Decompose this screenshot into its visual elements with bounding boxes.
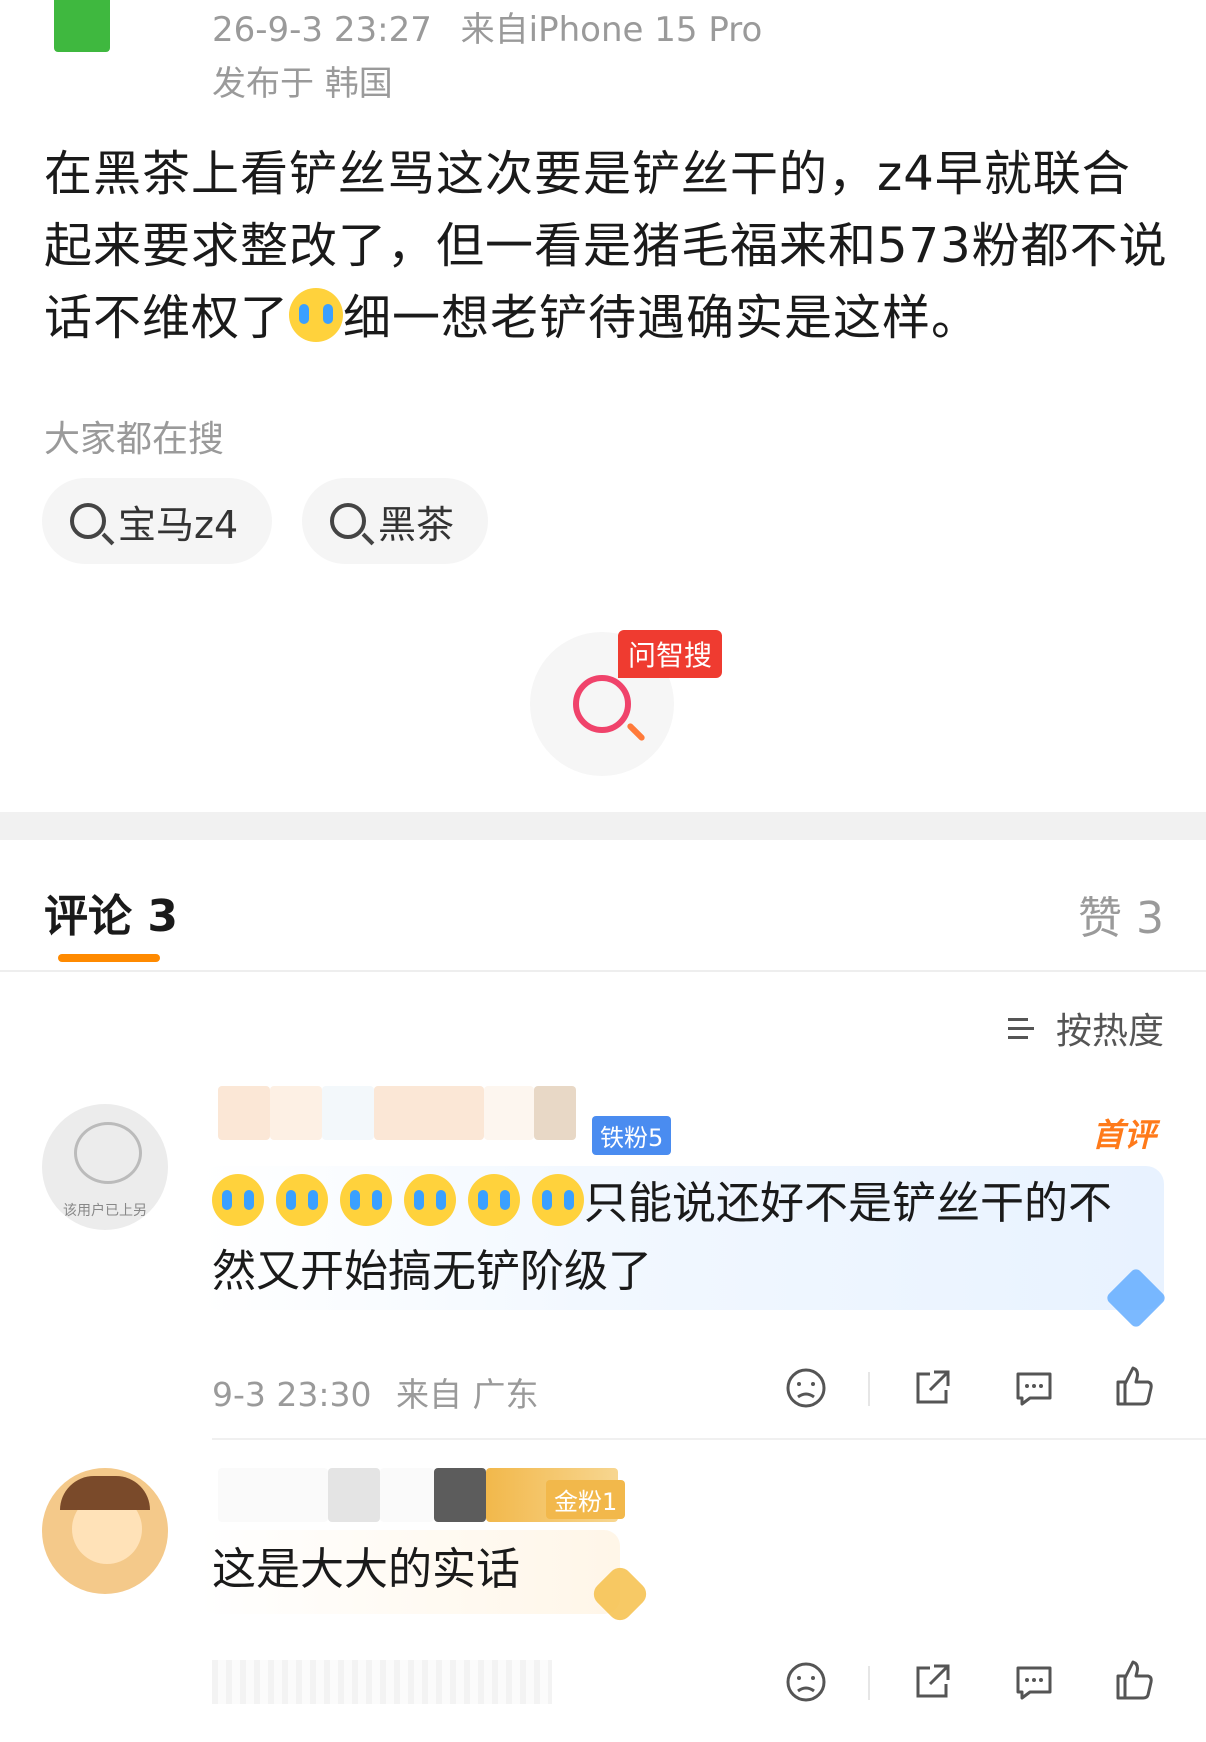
reply-icon[interactable] <box>1012 1366 1056 1410</box>
sort-button[interactable]: 按热度 <box>1007 1002 1164 1054</box>
tabs-divider <box>0 970 1206 972</box>
active-tab-indicator <box>58 954 160 962</box>
avatar[interactable] <box>42 1468 168 1594</box>
comment-meta: 9-3 23:30 来自 广东 <box>212 1368 539 1416</box>
ai-search-badge: 问智搜 <box>618 630 723 678</box>
post-meta: 26-9-3 23:27 来自iPhone 15 Pro <box>212 10 762 50</box>
trending-chip-label: 黑茶 <box>378 502 455 547</box>
post-text-tail: 细一想老铲待遇确实是这样。 <box>343 290 981 346</box>
crying-face-icon <box>532 1174 584 1226</box>
sort-icon <box>1007 1014 1044 1042</box>
author-avatar[interactable] <box>54 0 110 52</box>
sort-label: 按热度 <box>1055 1011 1164 1052</box>
like-icon[interactable] <box>1112 1364 1156 1408</box>
section-divider <box>0 812 1206 840</box>
crying-face-icon <box>289 288 344 342</box>
dislike-icon[interactable] <box>784 1366 828 1410</box>
avatar[interactable]: 该用户已上另 <box>42 1104 168 1230</box>
crying-face-icon <box>340 1174 392 1226</box>
comment-location: 来自 广东 <box>396 1375 539 1414</box>
action-separator <box>868 1372 870 1406</box>
comment-meta-blurred <box>212 1660 552 1704</box>
reply-icon[interactable] <box>1012 1660 1056 1704</box>
comment-divider <box>212 1438 1206 1440</box>
post-device: 来自iPhone 15 Pro <box>460 10 763 50</box>
like-icon[interactable] <box>1112 1658 1156 1702</box>
username-blurred[interactable] <box>218 1086 598 1140</box>
search-icon <box>70 503 106 539</box>
trending-chip-label: 宝马z4 <box>118 502 239 547</box>
fan-badge: 金粉1 <box>546 1480 626 1519</box>
share-icon[interactable] <box>910 1366 954 1410</box>
trending-chip[interactable]: 宝马z4 <box>42 478 273 564</box>
search-icon <box>330 503 366 539</box>
share-icon[interactable] <box>910 1660 954 1704</box>
crying-face-icon <box>468 1174 520 1226</box>
comment-text: 只能说还好不是铲丝干的不然又开始搞无铲阶级了 <box>212 1170 1152 1306</box>
avatar-caption: 该用户已上另 <box>63 1203 147 1219</box>
crying-face-icon <box>404 1174 456 1226</box>
post-timestamp: 26-9-3 23:27 <box>212 10 432 50</box>
tab-comments[interactable]: 评论 3 <box>44 880 178 944</box>
fan-badge: 铁粉5 <box>592 1116 672 1155</box>
dislike-icon[interactable] <box>784 1660 828 1704</box>
post-location: 发布于 韩国 <box>212 64 393 104</box>
comment-time: 9-3 23:30 <box>212 1375 372 1414</box>
crying-face-icon <box>212 1174 264 1226</box>
crying-face-icon <box>276 1174 328 1226</box>
first-comment-badge: 首评 <box>1091 1116 1156 1154</box>
trending-chip[interactable]: 黑茶 <box>302 478 489 564</box>
comment-body: 这是大大的实话 <box>212 1544 520 1595</box>
post-text: 在黑茶上看铲丝骂这次要是铲丝干的，z4早就联合起来要求整改了，但一看是猪毛福来和… <box>44 138 1174 354</box>
ai-search-icon <box>573 675 631 733</box>
action-separator <box>868 1666 870 1700</box>
trending-title: 大家都在搜 <box>44 419 225 460</box>
tab-likes[interactable]: 赞 3 <box>1078 882 1164 946</box>
